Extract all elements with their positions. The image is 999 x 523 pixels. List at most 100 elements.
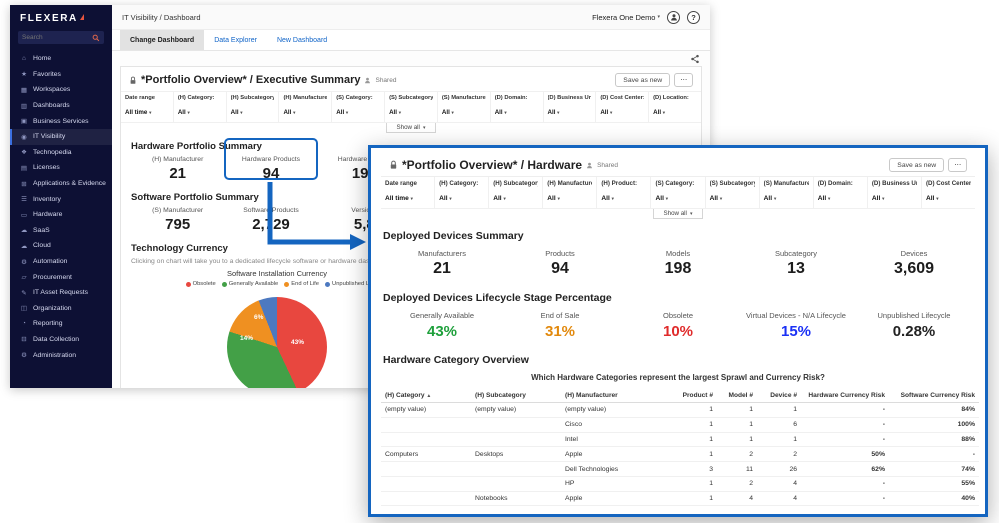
sidebar-item[interactable]: ◫ Organization — [10, 301, 112, 317]
column-header-hardware-risk[interactable]: Hardware Currency Risk — [801, 389, 889, 403]
metric: (H) Manufacturer 21 — [131, 156, 224, 182]
search-input[interactable] — [22, 34, 92, 41]
sidebar-item[interactable]: ☁ Cloud — [10, 238, 112, 254]
show-all-label: Show all — [664, 210, 687, 217]
sidebar-item[interactable]: ☰ Inventory — [10, 191, 112, 207]
cell-product-count: 1 — [673, 432, 717, 447]
column-header-manufacturer[interactable]: (H) Manufacturer — [561, 389, 673, 403]
filter-dropdown[interactable]: (D) Cost Center: All ▾ — [595, 92, 648, 122]
more-options-button[interactable]: ⋯ — [674, 73, 693, 87]
filter-dropdown[interactable]: (H) Subcategory: All ▾ — [488, 177, 542, 208]
filter-dropdown[interactable]: (H) Category: All ▾ — [173, 92, 226, 122]
legend-item[interactable]: Generally Available — [222, 281, 279, 287]
show-all-button[interactable]: Show all ▾ — [386, 123, 437, 133]
sidebar-item[interactable]: ▥ Dashboards — [10, 98, 112, 114]
filter-dropdown[interactable]: (D) Business Unit: All ▾ — [867, 177, 921, 208]
column-header-software-risk[interactable]: Software Currency Risk — [889, 389, 979, 403]
share-icon[interactable] — [690, 54, 700, 64]
filter-dropdown[interactable]: (D) Business Unit: All ▾ — [543, 92, 596, 122]
filter-dropdown[interactable]: (S) Category: All ▾ — [331, 92, 384, 122]
metric-value: 10% — [619, 323, 737, 340]
show-all-button[interactable]: Show all ▾ — [653, 209, 704, 219]
filter-dropdown[interactable]: (S) Subcategory: All ▾ — [384, 92, 437, 122]
sidebar-item[interactable]: ◔ Reporting — [10, 316, 112, 332]
filter-dropdown[interactable]: (D) Location: All ▾ — [648, 92, 701, 122]
filter-dropdown[interactable]: Date range All time ▾ — [381, 177, 434, 208]
sidebar-item[interactable]: ⚙ Automation — [10, 254, 112, 270]
more-options-button[interactable]: ⋯ — [948, 158, 967, 172]
filter-dropdown[interactable]: (D) Domain: All ▾ — [813, 177, 867, 208]
sidebar-item[interactable]: ▦ Workspaces — [10, 82, 112, 98]
sidebar-item[interactable]: ❖ Technopedia — [10, 145, 112, 161]
sidebar-search-box[interactable] — [18, 31, 104, 44]
filter-label: (H) Manufacturer: — [547, 180, 592, 187]
chevron-down-icon: ▾ — [720, 196, 722, 201]
metric-label: End of Sale — [501, 311, 619, 320]
column-header-category[interactable]: (H) Category ▲ — [381, 389, 471, 403]
chevron-down-icon: ▾ — [452, 110, 454, 115]
account-menu[interactable]: Flexera One Demo ▾ — [592, 13, 660, 22]
cell-model-count: 2 — [717, 447, 757, 462]
help-icon[interactable]: ? — [687, 11, 700, 24]
sidebar-item[interactable]: ⌂ Home — [10, 51, 112, 67]
legend-item[interactable]: End of Life — [284, 281, 319, 287]
sidebar-item-label: Automation — [33, 258, 67, 265]
software-currency-pie[interactable]: 43% 14% 6% — [227, 297, 327, 388]
sidebar-item-icon: ⚙ — [20, 258, 28, 266]
breadcrumb: IT Visibility / Dashboard — [122, 13, 201, 22]
sidebar-item[interactable]: ▱ Procurement — [10, 269, 112, 285]
tab-change-dashboard[interactable]: Change Dashboard — [120, 30, 204, 50]
filter-dropdown[interactable]: (D) Domain: All ▾ — [490, 92, 543, 122]
column-header-subcategory[interactable]: (H) Subcategory — [471, 389, 561, 403]
filter-dropdown[interactable]: (S) Subcategory: All ▾ — [705, 177, 759, 208]
metric-value: 31% — [501, 323, 619, 340]
user-avatar-icon[interactable] — [667, 11, 680, 24]
filter-dropdown[interactable]: Date range All time ▾ — [121, 92, 173, 122]
filter-dropdown[interactable]: (H) Category: All ▾ — [434, 177, 488, 208]
sidebar-item[interactable]: ☁ SaaS — [10, 223, 112, 239]
sidebar-item[interactable]: ▤ Licenses — [10, 160, 112, 176]
filter-value: All — [495, 109, 503, 116]
table-row[interactable]: Cisco 1 1 6 - 100% — [381, 417, 979, 432]
sidebar-item[interactable]: ★ Favorites — [10, 67, 112, 83]
sidebar-item[interactable]: ✎ IT Asset Requests — [10, 285, 112, 301]
sidebar-item-label: Home — [33, 55, 51, 62]
filter-dropdown[interactable]: (S) Manufacturer: All ▾ — [437, 92, 490, 122]
sidebar-item[interactable]: ⊟ Data Collection — [10, 332, 112, 348]
column-header-model-count[interactable]: Model # — [717, 389, 757, 403]
sidebar-item-label: Applications & Evidence — [33, 180, 106, 187]
chevron-down-icon: ▾ — [610, 110, 612, 115]
cell-subcategory — [471, 432, 561, 447]
table-row[interactable]: Notebooks Apple 1 4 4 - 40% — [381, 491, 979, 506]
table-row[interactable]: Intel 1 1 1 - 88% — [381, 432, 979, 447]
filter-bar: Date range All time ▾ (H) Category: All … — [381, 176, 975, 209]
filter-dropdown[interactable]: (D) Cost Center: All ▾ — [921, 177, 975, 208]
column-header-device-count[interactable]: Device # — [757, 389, 801, 403]
sidebar-item-label: Licenses — [33, 164, 60, 171]
legend-item[interactable]: Obsolete — [186, 281, 216, 287]
filter-dropdown[interactable]: (H) Subcategory: All ▾ — [226, 92, 279, 122]
tab-new-dashboard[interactable]: New Dashboard — [267, 30, 337, 50]
sidebar-item[interactable]: ⚙ Administration — [10, 347, 112, 363]
search-icon[interactable] — [92, 34, 100, 42]
filter-dropdown[interactable]: (S) Category: All ▾ — [650, 177, 704, 208]
chevron-down-icon: ▾ — [293, 110, 295, 115]
filter-dropdown[interactable]: (S) Manufacturer: All ▾ — [759, 177, 813, 208]
sidebar-item[interactable]: ▭ Hardware — [10, 207, 112, 223]
filter-dropdown[interactable]: (H) Manufacturer: All ▾ — [278, 92, 331, 122]
table-row[interactable]: (empty value) (empty value) (empty value… — [381, 403, 979, 418]
save-as-new-button[interactable]: Save as new — [889, 158, 944, 172]
sidebar-item[interactable]: ⊞ Applications & Evidence — [10, 176, 112, 192]
filter-dropdown[interactable]: (H) Manufacturer: All ▾ — [542, 177, 596, 208]
column-header-product-count[interactable]: Product # — [673, 389, 717, 403]
filter-dropdown[interactable]: (H) Product: All ▾ — [596, 177, 650, 208]
table-row[interactable]: Computers Desktops Apple 1 2 2 50% - — [381, 447, 979, 462]
table-row[interactable]: Dell Technologies 3 11 26 62% 74% — [381, 462, 979, 477]
hardware-dashboard-window: *Portfolio Overview* / Hardware Shared S… — [368, 145, 988, 517]
save-as-new-button[interactable]: Save as new — [615, 73, 670, 87]
sidebar-item[interactable]: ▣ Business Services — [10, 113, 112, 129]
tab-data-explorer[interactable]: Data Explorer — [204, 30, 267, 50]
table-row[interactable]: HP 1 2 4 - 55% — [381, 476, 979, 491]
chevron-down-icon: ▾ — [774, 196, 776, 201]
sidebar-item[interactable]: ◉ IT Visibility — [10, 129, 112, 145]
